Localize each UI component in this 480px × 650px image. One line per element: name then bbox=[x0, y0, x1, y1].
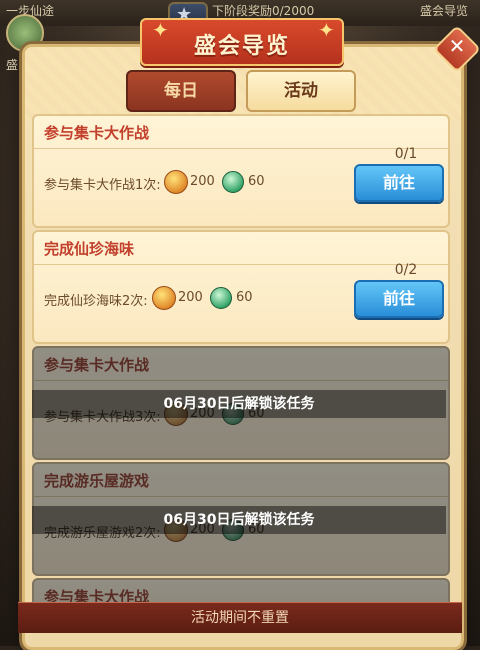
task-card: 完成仙珍海味 完成仙珍海味2次: 200 60 0/2 前往 bbox=[32, 230, 450, 344]
task-desc: 参与集卡大作战1次: bbox=[44, 178, 161, 193]
divider bbox=[34, 380, 448, 381]
gem-icon bbox=[222, 171, 244, 193]
dialog-title: 盛会导览 bbox=[193, 34, 290, 59]
go-button[interactable]: 前往 bbox=[354, 280, 444, 318]
task-card: 参与集卡大作战 参与集卡大作战1次: 200 60 0/1 前往 bbox=[32, 114, 450, 228]
task-desc: 完成仙珍海味2次: bbox=[44, 294, 148, 309]
sparkle-icon: ✦ bbox=[152, 18, 169, 42]
title-ribbon: 盛会导览 bbox=[140, 18, 344, 66]
task-title: 参与集卡大作战 bbox=[44, 124, 150, 142]
task-title: 完成游乐屋游戏 bbox=[44, 472, 150, 490]
close-icon[interactable]: ✕ bbox=[442, 31, 472, 61]
coin-icon bbox=[164, 170, 188, 194]
go-button[interactable]: 前往 bbox=[354, 164, 444, 202]
tab-daily[interactable]: 每日 bbox=[126, 70, 236, 112]
unlock-notice: 06月30日后解锁该任务 bbox=[32, 390, 446, 418]
coin-amount: 200 bbox=[190, 174, 215, 189]
gem-amount: 60 bbox=[236, 290, 253, 305]
coin-icon bbox=[152, 286, 176, 310]
left-label: 盛 bbox=[6, 58, 19, 72]
task-title: 参与集卡大作战 bbox=[44, 356, 150, 374]
gem-amount: 60 bbox=[248, 174, 265, 189]
sparkle-icon: ✦ bbox=[318, 18, 335, 42]
footer-note: 活动期间不重置 bbox=[18, 602, 462, 633]
task-progress: 0/2 bbox=[394, 262, 418, 278]
divider bbox=[34, 496, 448, 497]
task-title: 完成仙珍海味 bbox=[44, 240, 135, 258]
coin-amount: 200 bbox=[178, 290, 203, 305]
unlock-notice: 06月30日后解锁该任务 bbox=[32, 506, 446, 534]
top-right-text: 盛会导览 bbox=[420, 4, 469, 18]
task-progress: 0/1 bbox=[394, 146, 418, 162]
tab-activity[interactable]: 活动 bbox=[246, 70, 356, 112]
gem-icon bbox=[210, 287, 232, 309]
top-center-text: 下阶段奖励0/2000 bbox=[212, 4, 315, 18]
